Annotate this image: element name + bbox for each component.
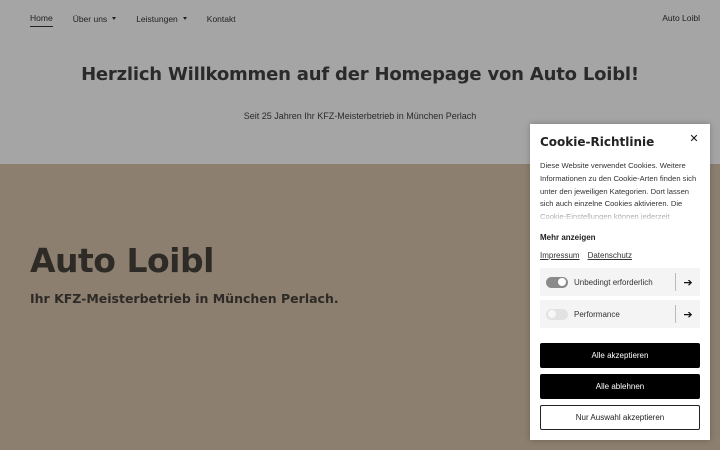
datenschutz-link[interactable]: Datenschutz [588, 251, 632, 260]
arrow-right-icon[interactable]: ➔ [676, 276, 700, 289]
cookie-option-label: Unbedingt erforderlich [574, 277, 653, 287]
show-more-link[interactable]: Mehr anzeigen [540, 233, 596, 242]
cookie-option-label: Performance [574, 309, 620, 319]
accept-all-button[interactable]: Alle akzeptieren [540, 343, 700, 368]
brand-link[interactable]: Auto Loibl [662, 13, 700, 23]
nav-item-label: Kontakt [206, 13, 236, 24]
nav-item-home[interactable]: Home [30, 13, 53, 27]
accept-selection-button[interactable]: Nur Auswahl akzeptieren [540, 405, 700, 430]
section-title: Auto Loibl [30, 241, 214, 280]
legal-links: Impressum Datenschutz [540, 251, 632, 260]
nav-item-label: Home [30, 13, 53, 23]
hero-subtitle: Seit 25 Jahren Ihr KFZ-Meisterbetrieb in… [243, 111, 477, 121]
cookie-dialog: Cookie-Richtlinie ✕ Diese Website verwen… [530, 124, 710, 440]
close-icon[interactable]: ✕ [688, 133, 700, 145]
toggle-knob [548, 310, 556, 318]
nav-item-label: Über uns [72, 13, 108, 24]
nav-item-kontakt[interactable]: Kontakt [207, 13, 236, 27]
main-nav: Home Über uns Leistungen Kontakt [30, 13, 256, 27]
cookie-option-performance: Performance ➔ [540, 300, 700, 328]
nav-item-ueber-uns[interactable]: Über uns [73, 13, 117, 27]
nav-item-label: Leistungen [136, 13, 178, 24]
toggle-switch[interactable] [546, 308, 568, 320]
toggle-switch[interactable] [546, 276, 568, 288]
cookie-option-required: Unbedingt erforderlich ➔ [540, 268, 700, 296]
arrow-right-icon[interactable]: ➔ [676, 308, 700, 321]
section-subtitle: Ihr KFZ-Meisterbetrieb in München Perlac… [30, 291, 339, 306]
nav-item-leistungen[interactable]: Leistungen [136, 13, 187, 27]
caret-down-icon [112, 17, 117, 20]
toggle-knob [558, 278, 566, 286]
reject-all-button[interactable]: Alle ablehnen [540, 374, 700, 399]
hero-title: Herzlich Willkommen auf der Homepage von… [81, 64, 639, 85]
cookie-title: Cookie-Richtlinie [540, 135, 655, 149]
impressum-link[interactable]: Impressum [540, 251, 580, 260]
caret-down-icon [182, 17, 187, 20]
text-fade-overlay [540, 206, 702, 222]
